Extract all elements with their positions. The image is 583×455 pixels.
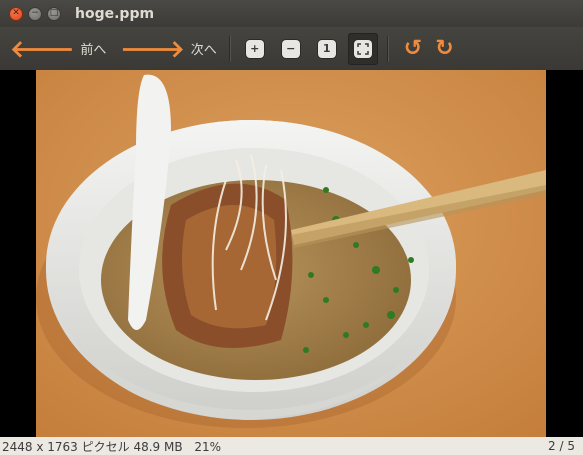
minimize-window-button[interactable]: − [28,6,42,21]
image-position: 2 / 5 [548,439,575,453]
image-viewport[interactable] [0,70,583,437]
prev-button[interactable]: 🡐 前へ [10,32,106,66]
window-title: hoge.ppm [75,5,155,22]
next-button[interactable]: 🡒 次へ [120,32,216,66]
rotate-left-icon: ↺ [403,35,423,61]
best-fit-icon [353,39,372,58]
close-window-button[interactable]: ✕ [9,6,23,21]
maximize-window-button[interactable]: □ [47,6,61,21]
zoom-out-icon: − [286,42,296,55]
rotate-right-button[interactable]: ↻ [435,35,454,61]
title-bar: ✕ − □ hoge.ppm [0,0,583,27]
rotate-left-button[interactable]: ↺ [403,35,423,61]
file-size: 48.9 MB [133,439,183,454]
zoom-out-button[interactable]: − [281,39,300,58]
zoom-in-icon: + [250,42,260,55]
normal-size-icon: 1 [322,42,331,55]
arrow-left-icon: 🡐 [10,34,75,63]
normal-size-button[interactable]: 1 [317,39,336,58]
zoom-level: 21% [194,439,222,454]
toolbar-separator [228,35,231,62]
arrow-right-icon: 🡒 [120,34,185,63]
zoom-in-button[interactable]: + [245,39,264,58]
status-bar: 2448 x 1763 ピクセル 48.9 MB 21% 2 / 5 [0,437,583,455]
prev-label: 前へ [80,43,107,58]
best-fit-button[interactable] [347,32,378,65]
toolbar-separator [386,35,389,62]
maximize-icon: □ [49,8,59,18]
close-icon: ✕ [12,8,20,18]
next-label: 次へ [190,43,217,58]
minimize-icon: − [31,8,39,18]
rotate-right-icon: ↻ [435,35,454,61]
displayed-image [36,70,546,437]
toolbar: 🡐 前へ 🡒 次へ + − 1 ↺ ↻ [0,27,583,71]
image-dimensions: 2448 x 1763 ピクセル [2,439,130,454]
